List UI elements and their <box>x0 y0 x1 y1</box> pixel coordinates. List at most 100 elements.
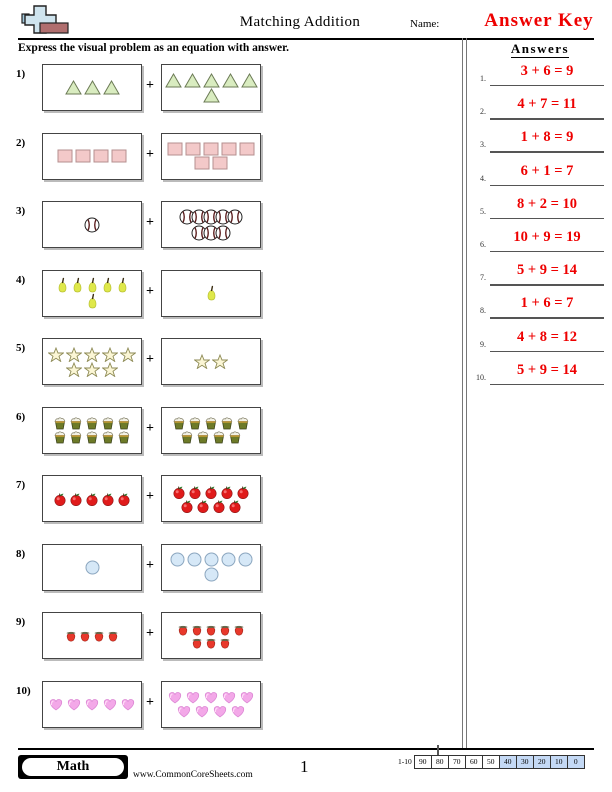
plus-sign: + <box>146 283 154 299</box>
problem-number: 6) <box>16 410 26 423</box>
plus-sign: + <box>146 626 154 641</box>
heart-icon <box>212 704 228 718</box>
answer-row: 6. 10 + 9 = 19 <box>470 228 608 258</box>
icon-row <box>193 353 229 370</box>
scale-range-label: 1-10 <box>398 757 412 766</box>
strawberry-icon <box>177 623 189 636</box>
scale-cell: 40 <box>498 754 517 769</box>
scale-cell: 30 <box>515 754 534 769</box>
addend-box-left[interactable] <box>42 269 142 317</box>
scale-cell: 50 <box>481 754 500 769</box>
instructions-text: Express the visual problem as an equatio… <box>18 42 290 54</box>
answer-index: 3. <box>480 140 486 150</box>
answers-column-divider-inner <box>466 38 467 748</box>
answer-underline <box>490 251 604 253</box>
heart-icon <box>185 690 201 704</box>
strawberry-icon <box>79 629 91 642</box>
icon-row <box>47 697 137 711</box>
triangle-icon <box>164 72 182 88</box>
answer-underline <box>490 383 604 386</box>
answer-row: 4. 6 + 1 = 7 <box>470 162 608 192</box>
icon-group <box>43 134 141 179</box>
addend-box-right[interactable] <box>161 338 261 385</box>
baseball-icon <box>215 225 231 241</box>
circle-icon <box>204 567 219 582</box>
icon-row <box>171 416 251 430</box>
addend-box-left[interactable] <box>42 680 142 728</box>
plus-sign: + <box>146 215 154 230</box>
addend-box-right[interactable] <box>161 269 261 317</box>
answer-row: 10. 5 + 9 = 14 <box>470 361 608 391</box>
addend-box-left[interactable] <box>42 132 142 180</box>
problem-number: 2) <box>16 136 26 149</box>
icon-row <box>64 629 120 642</box>
answer-row: 5. 8 + 2 = 10 <box>470 195 608 225</box>
baseball-icon <box>227 209 243 225</box>
addend-box-left[interactable] <box>42 64 142 111</box>
footer-divider <box>18 748 594 750</box>
heart-icon <box>102 697 118 711</box>
circle-icon <box>187 552 202 567</box>
icon-row <box>84 560 101 575</box>
circle-icon <box>85 560 100 575</box>
answer-value: 5 + 9 = 14 <box>516 361 578 378</box>
addend-box-right[interactable] <box>161 475 261 522</box>
triangle-icon <box>202 87 220 103</box>
answer-index: 1. <box>480 74 486 83</box>
scale-cell: 10 <box>549 754 568 769</box>
addend-box-right[interactable] <box>161 64 261 111</box>
addend-box-left[interactable] <box>42 543 142 591</box>
pear-icon <box>86 293 99 309</box>
icon-row <box>191 225 231 241</box>
apple-icon <box>117 492 131 506</box>
addend-box-right[interactable] <box>161 612 261 659</box>
icon-group <box>162 202 260 247</box>
cupcake-icon <box>53 430 67 444</box>
answer-index: 5. <box>480 206 486 216</box>
apple-icon <box>69 492 83 506</box>
answer-underline <box>490 118 604 120</box>
addend-box-right[interactable] <box>161 201 261 248</box>
apple-icon <box>85 492 99 506</box>
icon-group <box>162 134 260 179</box>
cupcake-icon <box>85 430 99 444</box>
addend-box-right[interactable] <box>161 406 261 454</box>
problem-number: 7) <box>16 479 26 491</box>
subject-badge: Math <box>18 755 128 779</box>
star-icon <box>83 346 101 362</box>
icon-row <box>65 361 119 377</box>
addend-box-left[interactable] <box>42 406 142 454</box>
answer-underline <box>490 184 604 186</box>
heart-icon <box>194 704 210 718</box>
square-icon <box>203 142 219 156</box>
strawberry-icon <box>233 623 245 636</box>
answer-underline <box>490 317 604 319</box>
answer-value: 4 + 7 = 11 <box>517 96 577 113</box>
addend-box-right[interactable] <box>161 132 261 180</box>
icon-group <box>43 339 141 384</box>
answer-underline <box>490 284 604 286</box>
icon-row <box>169 552 254 567</box>
problem-number: 8) <box>16 547 26 560</box>
triangle-icon <box>183 72 201 88</box>
plus-sign: + <box>146 78 154 93</box>
strawberry-icon <box>191 623 203 636</box>
addend-box-left[interactable] <box>42 612 142 659</box>
cupcake-icon <box>53 416 67 430</box>
addend-box-left[interactable] <box>42 201 142 248</box>
icon-row <box>166 690 256 704</box>
addend-box-right[interactable] <box>161 543 261 591</box>
problem-number: 10) <box>16 684 31 697</box>
square-icon <box>185 142 201 156</box>
icon-group <box>43 545 141 590</box>
icon-group <box>43 408 141 453</box>
addend-box-left[interactable] <box>42 475 142 522</box>
scale-cell: 80 <box>430 754 449 769</box>
icon-row <box>202 87 221 103</box>
addend-box-right[interactable] <box>161 680 261 728</box>
strawberry-icon <box>205 636 217 649</box>
icon-row <box>52 416 132 430</box>
circle-icon <box>170 552 185 567</box>
addend-box-left[interactable] <box>42 338 142 385</box>
icon-row <box>166 142 256 156</box>
